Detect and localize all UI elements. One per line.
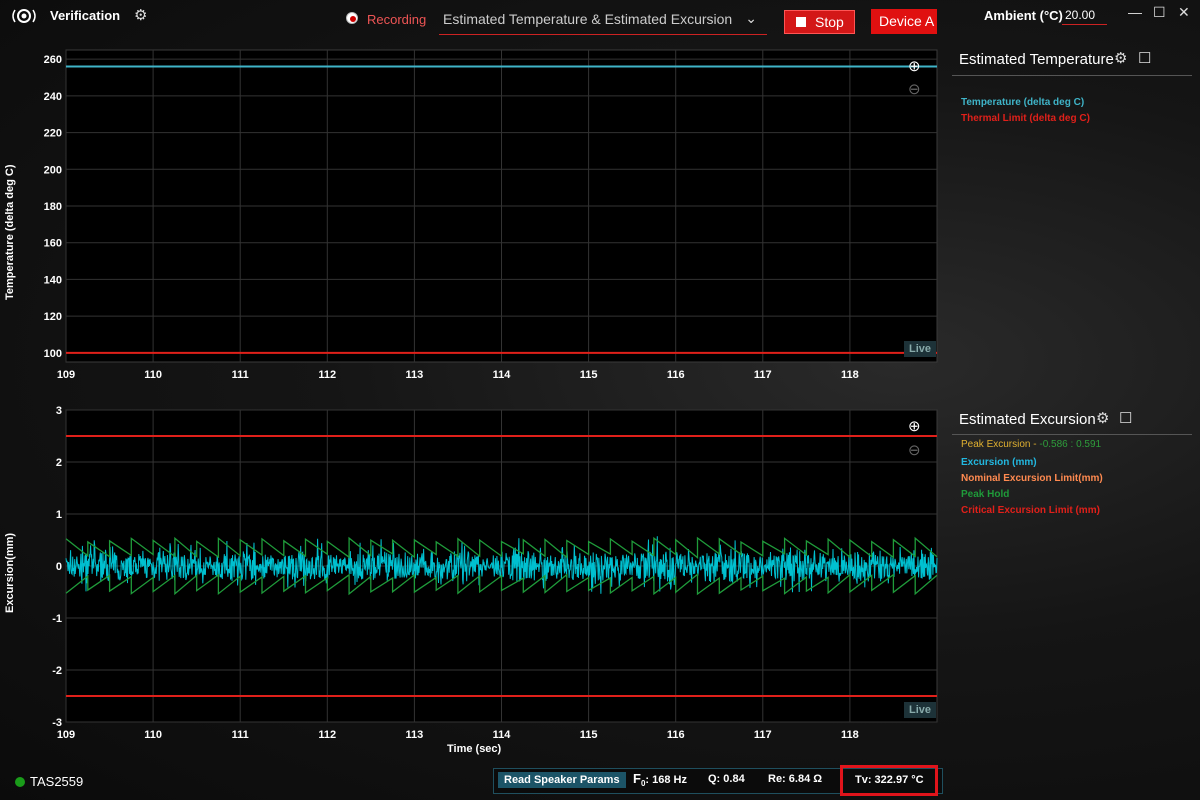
x-tick-label: 115	[580, 729, 598, 741]
tv-readout-highlight: Tv: 322.97 °C	[840, 765, 938, 796]
q-readout: Q: 0.84	[708, 773, 745, 785]
peak-excursion-value: -0.586 : 0.591	[1039, 439, 1102, 450]
y-tick-label: -3	[52, 717, 62, 729]
f0-readout: F0: 168 Hz	[633, 771, 687, 788]
x-tick-label: 113	[406, 369, 424, 380]
y-tick-label: 160	[44, 238, 62, 250]
zoom-in-icon[interactable]: ⊕	[908, 417, 921, 435]
y-tick-label: 0	[56, 561, 62, 573]
gear-icon[interactable]: ⚙	[134, 8, 147, 23]
x-tick-label: 114	[493, 369, 512, 380]
read-speaker-params-button[interactable]: Read Speaker Params	[498, 772, 626, 788]
live-badge[interactable]: Live	[904, 341, 937, 357]
x-tick-label: 114	[493, 729, 512, 741]
x-tick-label: 118	[841, 369, 859, 380]
peak-excursion-label: Peak Excursion -	[961, 439, 1040, 450]
re-readout: Re: 6.84 Ω	[768, 773, 823, 785]
x-tick-label: 111	[232, 729, 249, 741]
y-tick-label: 260	[44, 54, 62, 66]
x-tick-label: 116	[667, 729, 685, 741]
ambient-label: Ambient (°C)	[984, 8, 1063, 23]
ambient-input[interactable]: 20.00	[1062, 8, 1107, 25]
f0-label: F	[633, 771, 641, 786]
x-tick-label: 110	[144, 729, 162, 741]
y-tick-label: 140	[44, 274, 62, 286]
x-tick-label: 111	[232, 369, 249, 380]
y-tick-label: 2	[56, 457, 62, 469]
y-tick-label: 100	[44, 348, 62, 360]
y-tick-label: 220	[44, 128, 62, 140]
close-icon[interactable]: ✕	[1178, 4, 1190, 21]
legend-temperature: Temperature (delta deg C)	[961, 97, 1085, 108]
divider	[952, 434, 1192, 435]
app-title: Verification	[50, 8, 121, 23]
gear-icon[interactable]: ⚙	[1114, 51, 1127, 66]
zoom-out-icon[interactable]: ⊖	[908, 441, 921, 459]
tv-readout: Tv: 322.97 °C	[855, 774, 924, 786]
y-tick-label: -1	[52, 613, 62, 625]
x-tick-label: 117	[754, 729, 772, 741]
stop-button[interactable]: Stop	[784, 10, 855, 34]
x-tick-label: 112	[318, 369, 336, 380]
temperature-chart: 109 110 111 112 113 114 115 116 117 118 100 120 140…	[44, 49, 938, 380]
record-indicator-icon[interactable]	[346, 12, 358, 24]
legend-thermal-limit: Thermal Limit (delta deg C)	[961, 113, 1090, 124]
device-name: TAS2559	[30, 774, 84, 789]
x-tick-label: 117	[754, 369, 772, 380]
y-tick-label: -2	[52, 665, 62, 677]
zoom-out-icon[interactable]: ⊖	[908, 80, 921, 98]
temperature-x-ticks: 109 110 111 112 113 114 115 116 117 118	[57, 369, 859, 380]
x-tick-label: 109	[57, 729, 75, 741]
maximize-icon[interactable]: ☐	[1138, 51, 1151, 66]
chevron-down-icon: ⌄	[745, 10, 757, 26]
x-tick-label: 110	[144, 369, 162, 380]
y-tick-label: 3	[56, 405, 62, 417]
legend-nominal-limit: Nominal Excursion Limit(mm)	[961, 473, 1103, 484]
legend-critical-limit: Critical Excursion Limit (mm)	[961, 505, 1100, 516]
live-badge[interactable]: Live	[904, 702, 937, 718]
minimize-icon[interactable]: —	[1128, 4, 1142, 20]
recording-label: Recording	[367, 12, 427, 27]
x-tick-label: 112	[318, 729, 336, 741]
peak-excursion-readout: Peak Excursion - -0.586 : 0.591	[961, 439, 1101, 450]
maximize-icon[interactable]: ☐	[1119, 411, 1132, 426]
temperature-panel-title: Estimated Temperature	[959, 51, 1114, 68]
top-bar: Verification ⚙ Recording Estimated Tempe…	[0, 0, 1200, 40]
x-tick-label: 116	[667, 369, 685, 380]
zoom-in-icon[interactable]: ⊕	[908, 57, 921, 75]
gear-icon[interactable]: ⚙	[1096, 411, 1109, 426]
connection-status-icon	[15, 777, 25, 787]
temperature-y-ticks: 100 120 140 160 180 200 220 240 260	[44, 54, 62, 360]
excursion-panel-title: Estimated Excursion	[959, 411, 1096, 428]
excursion-x-ticks: 109 110 111 112 113 114 115 116 117 118	[57, 729, 859, 741]
y-tick-label: 120	[44, 311, 62, 323]
device-button[interactable]: Device A	[871, 9, 937, 34]
stop-icon	[796, 17, 806, 27]
x-tick-label: 118	[841, 729, 859, 741]
x-tick-label: 115	[580, 369, 598, 380]
legend-peak-hold: Peak Hold	[961, 489, 1010, 500]
stop-button-label: Stop	[815, 14, 844, 30]
y-tick-label: 1	[56, 509, 62, 521]
y-tick-label: 200	[44, 164, 62, 176]
peak-hold-lower-line	[65, 573, 938, 596]
peak-hold-upper-line	[65, 536, 938, 559]
f0-value: : 168 Hz	[645, 774, 687, 786]
y-tick-label: 180	[44, 201, 62, 213]
legend-excursion: Excursion (mm)	[961, 457, 1037, 468]
x-tick-label: 109	[57, 369, 75, 380]
speaker-icon[interactable]	[10, 4, 38, 28]
y-tick-label: 240	[44, 91, 62, 103]
excursion-x-axis-title: Time (sec)	[447, 743, 502, 755]
plot-select-value: Estimated Temperature & Estimated Excurs…	[443, 11, 733, 27]
maximize-icon[interactable]: ☐	[1153, 4, 1166, 21]
device-button-label: Device A	[879, 13, 935, 29]
x-tick-label: 113	[406, 729, 424, 741]
excursion-chart: 109 110 111 112 113 114 115 116 117 118 3 2 1 0 -1 -2 -…	[52, 405, 938, 741]
excursion-y-ticks: 3 2 1 0 -1 -2 -3	[52, 405, 62, 729]
divider	[952, 75, 1192, 76]
plot-select[interactable]: Estimated Temperature & Estimated Excurs…	[439, 10, 767, 35]
